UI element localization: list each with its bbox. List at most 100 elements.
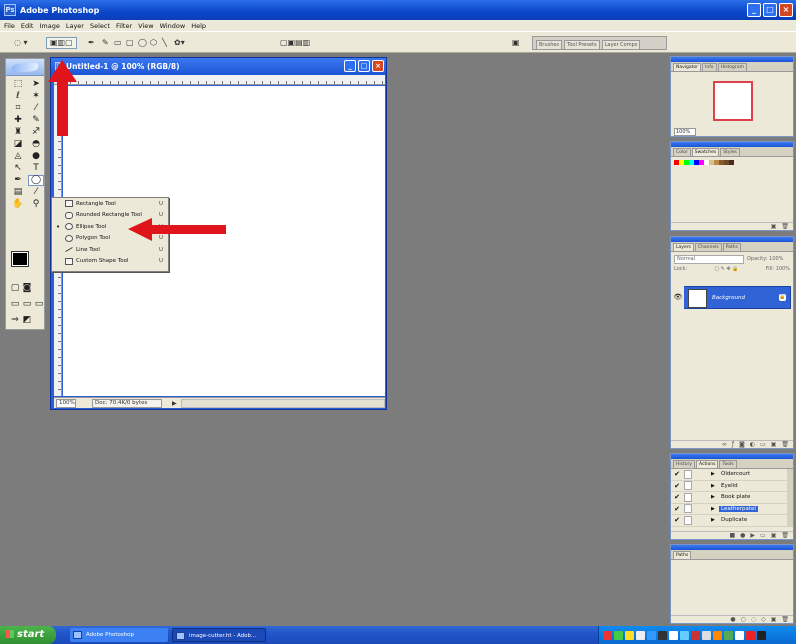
tray-app-icon[interactable]	[724, 630, 733, 640]
new-layer-icon[interactable]: ▣	[771, 441, 777, 448]
toggle-check-icon[interactable]: ✔	[673, 505, 681, 513]
tab-styles[interactable]: Styles	[720, 148, 740, 156]
delete-layer-icon[interactable]: 🗑	[781, 441, 789, 448]
expand-triangle-icon[interactable]: ▶	[711, 471, 719, 477]
expand-triangle-icon[interactable]: ▶	[711, 494, 719, 500]
fill-field[interactable]: Fill: 100%	[766, 266, 790, 275]
eye-visibility-icon[interactable]: 👁	[672, 286, 684, 309]
actions-scrollbar[interactable]	[787, 492, 793, 503]
actions-scrollbar[interactable]	[787, 515, 793, 526]
lock-row: Lock: ▢ ✎ ✥ 🔒 Fill: 100%	[674, 266, 790, 275]
tray-app-icon[interactable]	[658, 630, 667, 640]
swatch[interactable]	[729, 160, 734, 165]
stop-icon[interactable]: ■	[729, 532, 735, 539]
tray-app-icon[interactable]	[713, 630, 722, 640]
tray-app-icon[interactable]	[636, 630, 645, 640]
paths-footer: ● ○ ◌ ◇ ▣ 🗑	[671, 615, 793, 623]
layer-row-background[interactable]: 👁 Background 🔒	[672, 286, 791, 309]
action-row[interactable]: ✔ ▶ Oldercourt	[671, 469, 793, 481]
action-row-selected[interactable]: ✔ ▶ Leatherpatel	[671, 503, 793, 515]
actions-scrollbar[interactable]	[787, 469, 793, 480]
actions-scrollbar[interactable]	[787, 480, 793, 491]
new-path-icon[interactable]: ▣	[771, 616, 777, 623]
red-arrow-left	[128, 218, 226, 241]
dialog-toggle-box[interactable]	[684, 469, 692, 479]
expand-triangle-icon[interactable]: ▶	[711, 483, 719, 489]
taskbar-item-browser[interactable]: image-cutter.ht - Adob...	[172, 628, 266, 642]
tab-info[interactable]: Info	[702, 63, 717, 71]
tab-navigator[interactable]: Navigator	[673, 63, 702, 71]
tray-app-icon[interactable]	[691, 630, 700, 640]
actions-palette: History Actions Tools ✔ ▶ Oldercourt ✔ ▶…	[670, 453, 794, 540]
tray-app-icon[interactable]	[625, 630, 634, 640]
actions-footer: ■ ● ▶ ▭ ▣ 🗑	[671, 531, 793, 539]
navigator-view-box[interactable]	[713, 81, 753, 121]
dialog-toggle-box[interactable]	[684, 504, 692, 514]
start-button[interactable]: start	[0, 626, 56, 644]
new-set-icon[interactable]: ▭	[760, 532, 766, 539]
expand-triangle-icon[interactable]: ▶	[711, 517, 719, 523]
action-name: Book plate	[721, 494, 751, 501]
toggle-check-icon[interactable]: ✔	[673, 493, 681, 501]
taskbar-item-photoshop[interactable]: Adobe Photoshop	[70, 628, 168, 642]
record-icon[interactable]: ●	[740, 532, 745, 539]
new-group-icon[interactable]: ▭	[760, 441, 766, 448]
tray-app-icon[interactable]	[614, 630, 623, 640]
tab-history[interactable]: History	[673, 460, 696, 468]
dialog-toggle-box[interactable]	[684, 492, 692, 502]
tray-app-icon[interactable]	[746, 630, 755, 640]
tab-actions[interactable]: Actions	[696, 460, 719, 468]
layers-palette: Layers Channels Paths Normal Opacity: 10…	[670, 236, 794, 449]
lock-icons[interactable]: ▢ ✎ ✥ 🔒	[714, 266, 738, 275]
tray-app-icon[interactable]	[735, 630, 744, 640]
tab-tools[interactable]: Tools	[719, 460, 737, 468]
expand-triangle-icon[interactable]: ▶	[711, 506, 719, 512]
dialog-toggle-box[interactable]	[684, 481, 692, 491]
taskbar-item-label: image-cutter.ht - Adob...	[189, 633, 257, 639]
tray-app-icon[interactable]	[680, 630, 689, 640]
layer-mask-icon[interactable]: ◙	[739, 441, 745, 448]
layers-tabs: Layers Channels Paths	[671, 242, 793, 252]
adjustment-layer-icon[interactable]: ◐	[750, 441, 755, 448]
navigator-zoom-field[interactable]: 100%	[674, 128, 696, 136]
new-swatch-icon[interactable]: ▣	[771, 223, 777, 230]
action-row[interactable]: ✔ ▶ Duplicate	[671, 515, 793, 527]
red-arrow-up	[48, 60, 77, 136]
fill-path-icon[interactable]: ●	[730, 616, 735, 623]
tray-app-icon[interactable]	[757, 630, 766, 640]
toggle-check-icon[interactable]: ✔	[673, 516, 681, 524]
action-name: Leatherpatel	[719, 505, 758, 512]
new-action-icon[interactable]: ▣	[771, 532, 777, 539]
toggle-check-icon[interactable]: ✔	[673, 470, 681, 478]
tab-swatches[interactable]: Swatches	[691, 148, 720, 156]
tab-histogram[interactable]: Histogram	[717, 63, 747, 71]
opacity-field[interactable]: Opacity: 100%	[747, 255, 790, 264]
delete-action-icon[interactable]: 🗑	[781, 532, 789, 539]
stroke-path-icon[interactable]: ○	[741, 616, 746, 623]
dialog-toggle-box[interactable]	[684, 515, 692, 525]
delete-swatch-icon[interactable]: 🗑	[781, 223, 789, 230]
delete-path-icon[interactable]: 🗑	[781, 616, 789, 623]
tab-layers[interactable]: Layers	[673, 243, 694, 251]
swatches-footer: ▣ 🗑	[671, 222, 793, 230]
action-row[interactable]: ✔ ▶ Book plate	[671, 492, 793, 504]
lock-icon: 🔒	[779, 294, 786, 301]
tab-channels[interactable]: Channels	[694, 243, 722, 251]
tray-app-icon[interactable]	[647, 630, 656, 640]
load-selection-icon[interactable]: ◌	[751, 616, 756, 623]
make-path-icon[interactable]: ◇	[761, 616, 766, 623]
play-icon[interactable]: ▶	[750, 532, 755, 539]
blend-mode-select[interactable]: Normal	[674, 255, 744, 264]
action-row[interactable]: ✔ ▶ Eyelid	[671, 480, 793, 492]
navigator-palette: Navigator Info Histogram 100%	[670, 56, 794, 137]
tray-app-icon[interactable]	[702, 630, 711, 640]
tab-paths[interactable]: Paths	[673, 551, 692, 559]
tray-app-icon[interactable]	[603, 630, 612, 640]
tab-paths[interactable]: Paths	[722, 243, 741, 251]
layer-style-icon[interactable]: ƒ	[732, 441, 734, 448]
link-layers-icon[interactable]: ∞	[722, 441, 727, 448]
tray-app-icon[interactable]	[669, 630, 678, 640]
tab-color[interactable]: Color	[673, 148, 691, 156]
toggle-check-icon[interactable]: ✔	[673, 482, 681, 490]
actions-scrollbar[interactable]	[787, 503, 793, 514]
